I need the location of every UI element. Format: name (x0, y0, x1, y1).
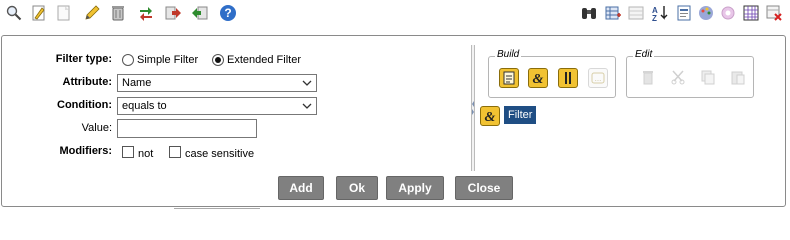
ok-button[interactable]: Ok (336, 176, 378, 200)
add-button[interactable]: Add (278, 176, 324, 200)
toolbar: ? AZ (0, 0, 790, 26)
splitter-grip-icon[interactable] (471, 99, 475, 117)
sort-az-icon[interactable]: AZ (650, 3, 670, 23)
delete-icon (639, 68, 659, 88)
build-group: Build & ... (488, 49, 616, 98)
case-sensitive-checkbox[interactable] (169, 146, 181, 158)
condition-icon[interactable] (499, 68, 519, 88)
or-icon[interactable] (558, 68, 578, 88)
apply-button[interactable]: Apply (386, 176, 444, 200)
cut-icon (669, 68, 689, 88)
swap-arrows-icon[interactable] (136, 3, 156, 23)
divider (174, 208, 260, 209)
simple-filter-radio[interactable] (122, 54, 134, 66)
svg-text:...: ... (595, 74, 602, 83)
chevron-down-icon (302, 103, 312, 109)
value-input[interactable] (117, 119, 257, 138)
edit-group: Edit (626, 49, 754, 98)
help-icon[interactable]: ? (218, 3, 238, 23)
svg-text:&: & (485, 110, 496, 125)
attribute-select[interactable]: Name (117, 74, 317, 92)
condition-select[interactable]: equals to (117, 97, 317, 115)
tree-node-filter[interactable]: Filter (504, 106, 537, 124)
svg-text:?: ? (224, 6, 231, 20)
table-icon[interactable] (626, 3, 646, 23)
group-icon: ... (588, 68, 608, 88)
paste-icon (729, 68, 749, 88)
extended-filter-radio[interactable] (212, 54, 224, 66)
delete-table-icon[interactable] (764, 3, 784, 23)
tree-and-icon[interactable]: & (480, 106, 500, 126)
report-icon[interactable] (674, 3, 694, 23)
close-button[interactable]: Close (455, 176, 513, 200)
export-red-icon[interactable] (163, 3, 183, 23)
attribute-select-value: Name (122, 77, 152, 89)
modifiers-label: Modifiers: (59, 145, 112, 157)
search-icon[interactable] (4, 3, 24, 23)
extended-filter-label: Extended Filter (227, 54, 301, 66)
and-icon[interactable]: & (528, 68, 548, 88)
import-green-icon[interactable] (190, 3, 210, 23)
case-sensitive-label: case sensitive (185, 148, 255, 160)
copy-icon (699, 68, 719, 88)
add-column-icon[interactable] (603, 3, 623, 23)
binoculars-icon[interactable] (579, 3, 599, 23)
trash-can-icon[interactable] (108, 3, 128, 23)
attribute-label: Attribute: (62, 76, 113, 88)
simple-filter-label: Simple Filter (137, 54, 199, 66)
gear-icon[interactable] (718, 3, 738, 23)
condition-select-value: equals to (122, 100, 167, 112)
not-label: not (138, 148, 154, 160)
filter-type-label: Filter type: (55, 53, 112, 65)
filter-panel: Filter type: Simple Filter Extended Filt… (1, 35, 786, 209)
pencil-icon[interactable] (82, 3, 102, 23)
edit-group-title: Edit (633, 49, 655, 60)
condition-label: Condition: (57, 99, 112, 111)
palette-icon[interactable] (696, 3, 716, 23)
value-label: Value: (81, 122, 112, 134)
grid-icon[interactable] (741, 3, 761, 23)
svg-text:&: & (533, 72, 544, 87)
blank-document-icon[interactable] (54, 3, 74, 23)
edit-document-icon[interactable] (29, 3, 49, 23)
not-checkbox[interactable] (122, 146, 134, 158)
build-group-title: Build (495, 49, 522, 60)
chevron-down-icon (302, 80, 312, 86)
svg-text:Z: Z (652, 14, 657, 22)
